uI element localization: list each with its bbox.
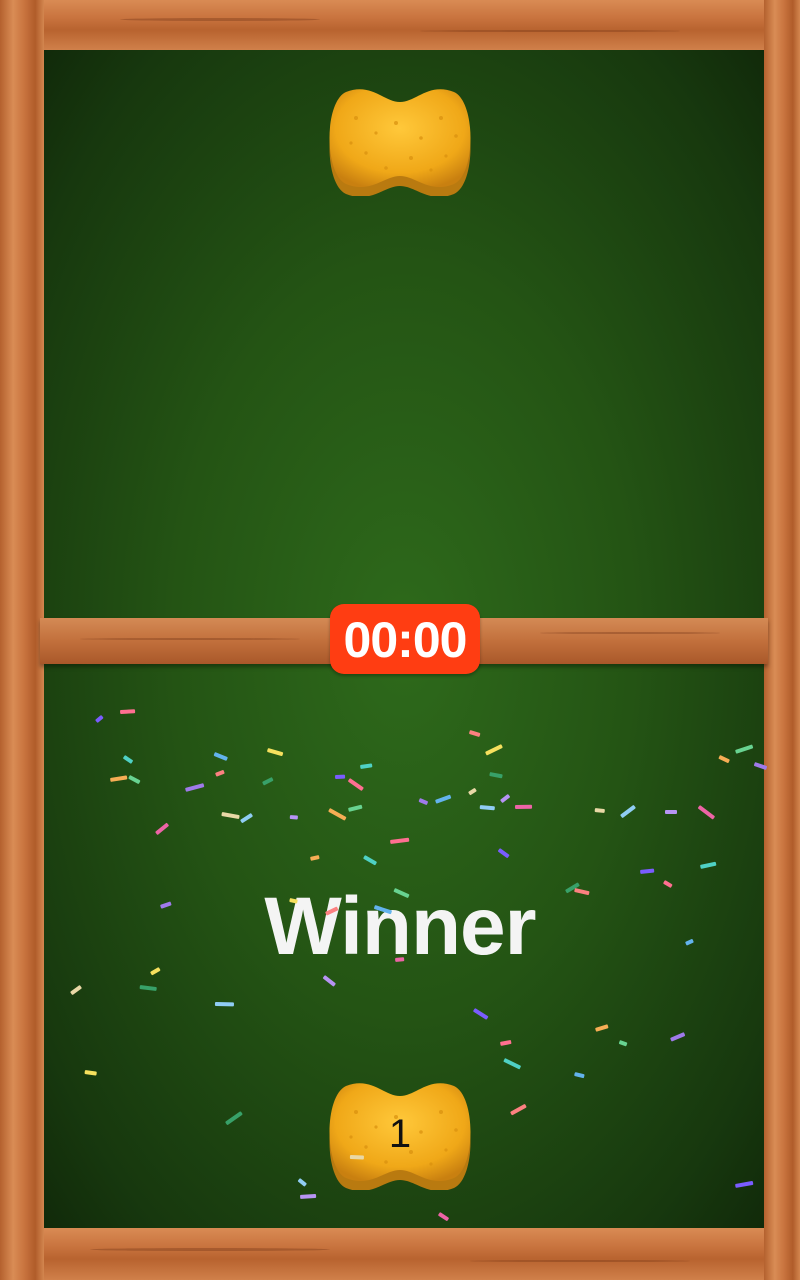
winner-label: Winner — [264, 881, 536, 972]
player-score: 1 — [388, 1112, 412, 1156]
timer-display: 00:00 — [330, 604, 480, 674]
frame-top — [0, 0, 800, 50]
sponge-paddle-icon[interactable] — [326, 88, 474, 196]
frame-right — [764, 0, 800, 1280]
frame-bottom — [0, 1228, 800, 1280]
frame-left — [0, 0, 44, 1280]
